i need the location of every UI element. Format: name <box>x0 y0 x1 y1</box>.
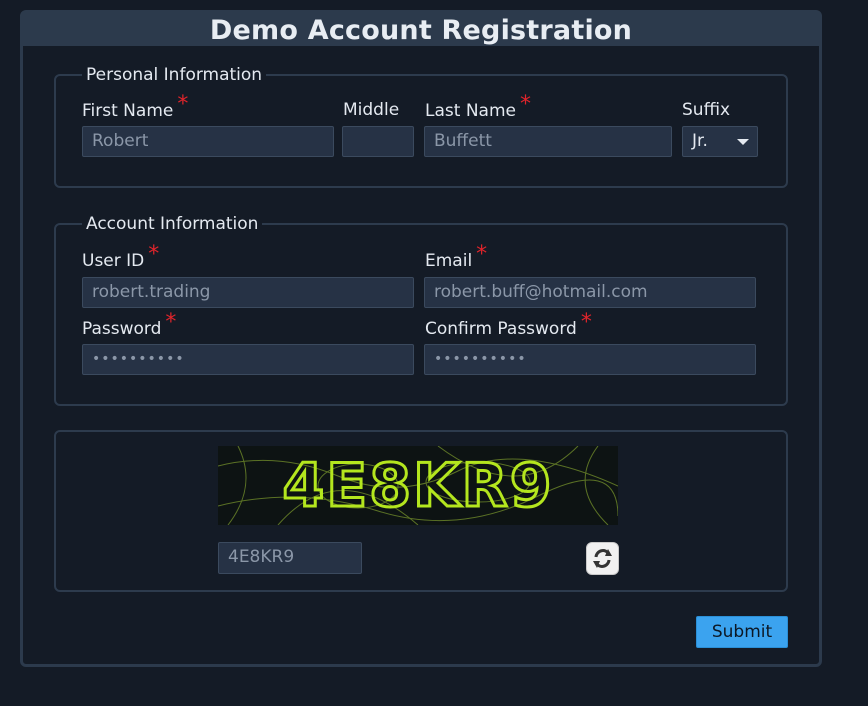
middle-label: Middle <box>343 100 400 120</box>
last-name-input[interactable]: Buffett <box>424 126 672 157</box>
captcha-input[interactable]: 4E8KR9 <box>218 542 362 574</box>
email-input[interactable]: robert.buff@hotmail.com <box>424 277 756 308</box>
first-name-label: First Name * <box>82 92 189 122</box>
form-title: Demo Account Registration <box>209 15 633 46</box>
captcha-graphic: 4E8KR9 <box>218 446 618 525</box>
password-label: Password * <box>82 310 177 340</box>
captcha-refresh-button[interactable] <box>586 542 619 575</box>
middle-input[interactable] <box>342 126 414 157</box>
suffix-label: Suffix <box>682 100 731 120</box>
user-id-label: User ID * <box>82 242 160 272</box>
required-mark: * <box>580 310 592 335</box>
password-input[interactable]: •••••••••• <box>82 344 414 375</box>
personal-info-legend: Personal Information <box>82 63 267 87</box>
confirm-password-label: Confirm Password * <box>425 310 592 340</box>
first-name-input[interactable]: Robert <box>82 126 334 157</box>
account-info-legend: Account Information <box>82 212 263 236</box>
required-mark: * <box>177 92 189 117</box>
user-id-input[interactable]: robert.trading <box>82 277 414 308</box>
email-label: Email * <box>425 242 488 272</box>
refresh-icon <box>593 549 612 568</box>
chevron-down-icon <box>737 139 749 145</box>
submit-button[interactable]: Submit <box>696 616 788 648</box>
required-mark: * <box>476 242 488 267</box>
confirm-password-input[interactable]: •••••••••• <box>424 344 756 375</box>
panel-header: Demo Account Registration <box>23 13 819 46</box>
last-name-label: Last Name * <box>425 92 531 122</box>
required-mark: * <box>519 92 531 117</box>
suffix-selected-value: Jr. <box>692 131 708 151</box>
captcha-image: 4E8KR9 <box>218 446 618 525</box>
suffix-select[interactable]: Jr. <box>682 126 758 157</box>
required-mark: * <box>165 310 177 335</box>
captcha-text: 4E8KR9 <box>283 451 554 521</box>
required-mark: * <box>148 242 160 267</box>
